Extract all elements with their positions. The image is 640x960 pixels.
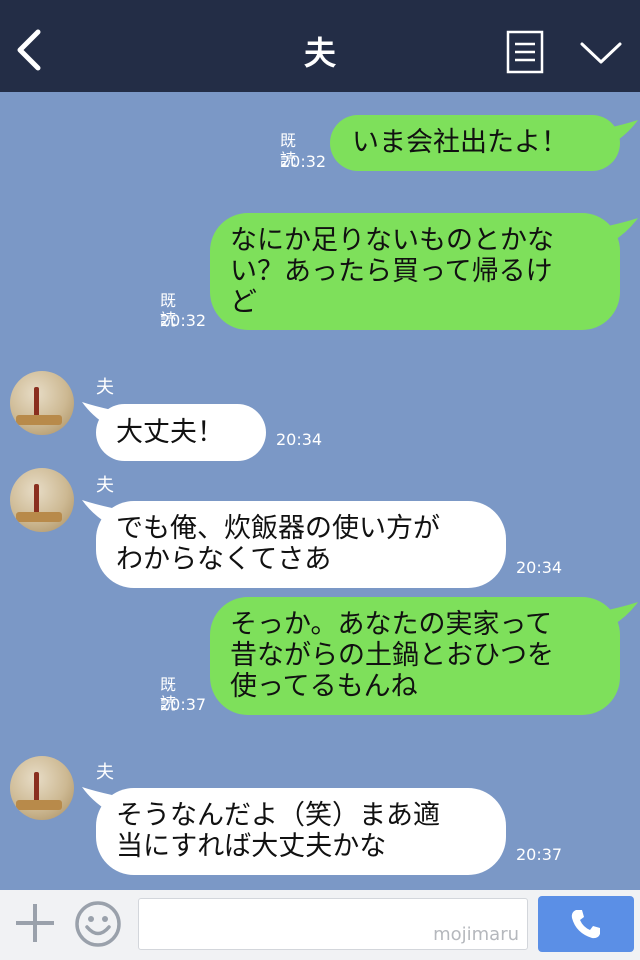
watermark-text: mojimaru (433, 924, 519, 945)
bubble-tail (608, 218, 638, 242)
sender-name: 夫 (96, 475, 114, 496)
avatar[interactable] (10, 468, 74, 532)
message-bubble[interactable]: いま会社出たよ！ (330, 115, 620, 171)
message-text: そうなんだよ（笑）まあ適 当にすれば大丈夫かな (116, 800, 440, 862)
message-bubble[interactable]: でも俺、炊飯器の使い方が わからなくてさあ (96, 501, 506, 588)
chevron-down-icon[interactable] (578, 38, 624, 68)
call-button[interactable] (538, 896, 634, 952)
message-bubble[interactable]: 大丈夫！ (96, 404, 266, 461)
avatar[interactable] (10, 756, 74, 820)
message-bubble[interactable]: そっか。あなたの実家って 昔ながらの土鍋とおひつを 使ってるもんね (210, 597, 620, 715)
message-time: 20:32 (280, 152, 327, 171)
menu-icon[interactable] (506, 30, 544, 74)
message-text: いま会社出たよ！ (352, 127, 568, 158)
message-text: 大丈夫！ (116, 417, 224, 448)
phone-icon (571, 910, 600, 939)
message-time: 20:37 (516, 845, 563, 864)
message-time: 20:34 (276, 430, 323, 449)
message-text: そっか。あなたの実家って 昔ながらの土鍋とおひつを 使ってるもんね (230, 609, 554, 702)
emoji-icon[interactable] (74, 900, 122, 948)
message-time: 20:34 (516, 558, 563, 577)
message-time: 20:32 (160, 311, 207, 330)
bubble-tail (608, 120, 638, 144)
message-bubble[interactable]: そうなんだよ（笑）まあ適 当にすれば大丈夫かな (96, 788, 506, 875)
plus-icon[interactable] (14, 902, 56, 944)
message-text: なにか足りないものとかな い？あったら買って帰るけ ど (230, 225, 554, 318)
sender-name: 夫 (96, 762, 114, 783)
chat-header: 夫 (0, 0, 640, 92)
message-bubble[interactable]: なにか足りないものとかな い？あったら買って帰るけ ど (210, 213, 620, 330)
input-bar: mojimaru (0, 890, 640, 960)
message-time: 20:37 (160, 695, 207, 714)
back-icon[interactable] (12, 26, 48, 74)
message-input[interactable]: mojimaru (138, 898, 528, 950)
avatar[interactable] (10, 371, 74, 435)
bubble-tail (608, 602, 638, 626)
message-text: でも俺、炊飯器の使い方が わからなくてさあ (116, 513, 440, 575)
chat-title: 夫 (303, 34, 336, 72)
sender-name: 夫 (96, 377, 114, 398)
